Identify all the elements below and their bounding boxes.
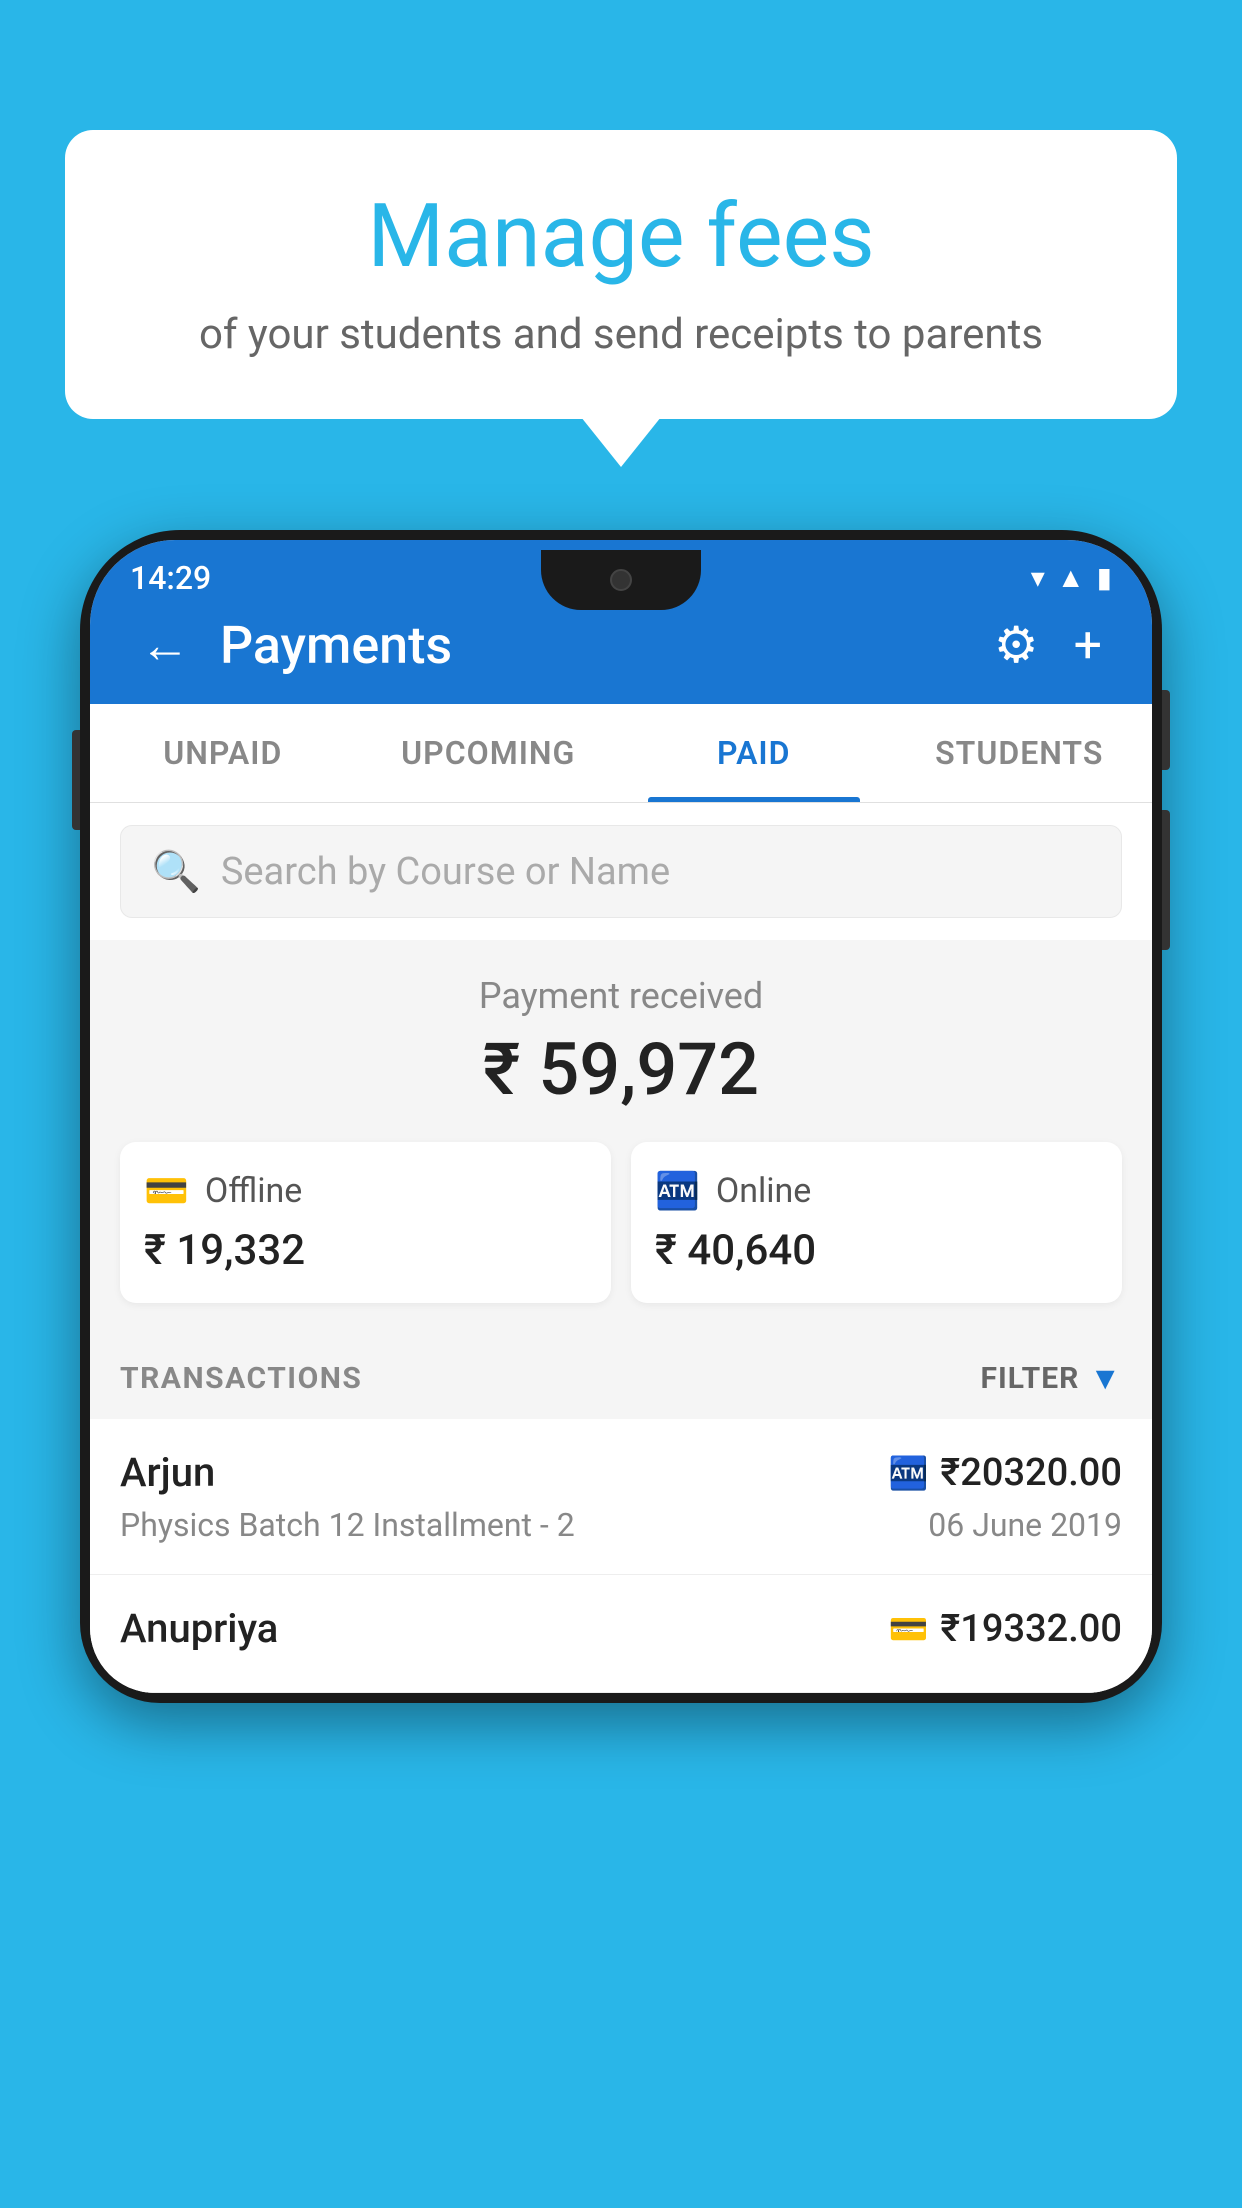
filter-label: FILTER [981,1361,1080,1396]
transaction-date: 06 June 2019 [928,1506,1122,1544]
online-amount: ₹ 40,640 [655,1226,816,1275]
transaction-amount-container: 💳 ₹19332.00 [889,1607,1122,1651]
transaction-amount: ₹19332.00 [940,1607,1122,1651]
transaction-row-top: Anupriya 💳 ₹19332.00 [120,1605,1122,1652]
speech-bubble: Manage fees of your students and send re… [65,130,1177,419]
settings-icon[interactable]: ⚙ [994,616,1039,675]
transactions-header: TRANSACTIONS FILTER ▼ [90,1331,1152,1419]
search-container: 🔍 Search by Course or Name [90,803,1152,940]
search-icon: 🔍 [151,848,201,895]
signal-icon: ▲ [1057,561,1085,594]
battery-icon: ▮ [1097,561,1112,594]
table-row[interactable]: Arjun 🏧 ₹20320.00 Physics Batch 12 Insta… [90,1419,1152,1575]
tab-students[interactable]: STUDENTS [887,704,1153,802]
offline-payment-icon: 💳 [889,1610,929,1648]
phone-screen: ← Payments ⚙ + UNPAID UPCOMING PAID STUD… [90,540,1152,1693]
online-header: 🏧 Online [655,1170,811,1212]
add-icon[interactable]: + [1074,617,1102,675]
phone-notch [541,550,701,610]
bubble-title: Manage fees [125,185,1117,288]
transaction-row-top: Arjun 🏧 ₹20320.00 [120,1449,1122,1496]
filter-button[interactable]: FILTER ▼ [981,1359,1123,1397]
online-payment-icon: 🏧 [889,1454,929,1492]
offline-icon: 💳 [144,1170,189,1212]
tab-paid[interactable]: PAID [621,704,887,802]
phone-frame: 14:29 ▾ ▲ ▮ ← Payments ⚙ + [80,530,1162,1703]
online-icon: 🏧 [655,1170,700,1212]
search-bar[interactable]: 🔍 Search by Course or Name [120,825,1122,918]
payment-summary: Payment received ₹ 59,972 💳 Offline ₹ 19… [90,940,1152,1331]
bubble-subtitle: of your students and send receipts to pa… [125,310,1117,359]
status-time: 14:29 [130,559,211,597]
transaction-row-bottom: Physics Batch 12 Installment - 2 06 June… [120,1506,1122,1544]
transaction-amount-container: 🏧 ₹20320.00 [889,1451,1122,1495]
transaction-name: Anupriya [120,1605,278,1652]
transactions-label: TRANSACTIONS [120,1361,362,1396]
phone-side-button-left [72,730,80,830]
offline-type: Offline [205,1171,302,1211]
table-row[interactable]: Anupriya 💳 ₹19332.00 [90,1575,1152,1693]
back-button[interactable]: ← [140,621,190,671]
transaction-name: Arjun [120,1449,215,1496]
payment-received-label: Payment received [120,975,1122,1017]
payment-breakdown: 💳 Offline ₹ 19,332 🏧 Online ₹ 40,640 [120,1142,1122,1303]
filter-icon: ▼ [1089,1359,1122,1397]
offline-header: 💳 Offline [144,1170,302,1212]
transaction-amount: ₹20320.00 [940,1451,1122,1495]
transaction-course: Physics Batch 12 Installment - 2 [120,1506,575,1544]
online-card: 🏧 Online ₹ 40,640 [631,1142,1122,1303]
phone-side-button-right-top [1162,690,1170,770]
tab-upcoming[interactable]: UPCOMING [356,704,622,802]
search-input[interactable]: Search by Course or Name [221,850,670,894]
page-title: Payments [220,615,452,676]
tabs: UNPAID UPCOMING PAID STUDENTS [90,704,1152,803]
phone-status-bar: 14:29 ▾ ▲ ▮ [80,540,1162,615]
header-left: ← Payments [140,615,452,676]
status-icons: ▾ ▲ ▮ [1031,561,1112,594]
offline-amount: ₹ 19,332 [144,1226,305,1275]
speech-bubble-container: Manage fees of your students and send re… [65,130,1177,419]
phone-camera [610,569,632,591]
payment-total: ₹ 59,972 [120,1027,1122,1112]
header-actions: ⚙ + [994,616,1102,675]
phone-side-button-right-bottom [1162,810,1170,950]
offline-card: 💳 Offline ₹ 19,332 [120,1142,611,1303]
online-type: Online [716,1171,812,1211]
phone-container: 14:29 ▾ ▲ ▮ ← Payments ⚙ + [80,530,1162,2208]
wifi-icon: ▾ [1031,561,1045,594]
tab-unpaid[interactable]: UNPAID [90,704,356,802]
